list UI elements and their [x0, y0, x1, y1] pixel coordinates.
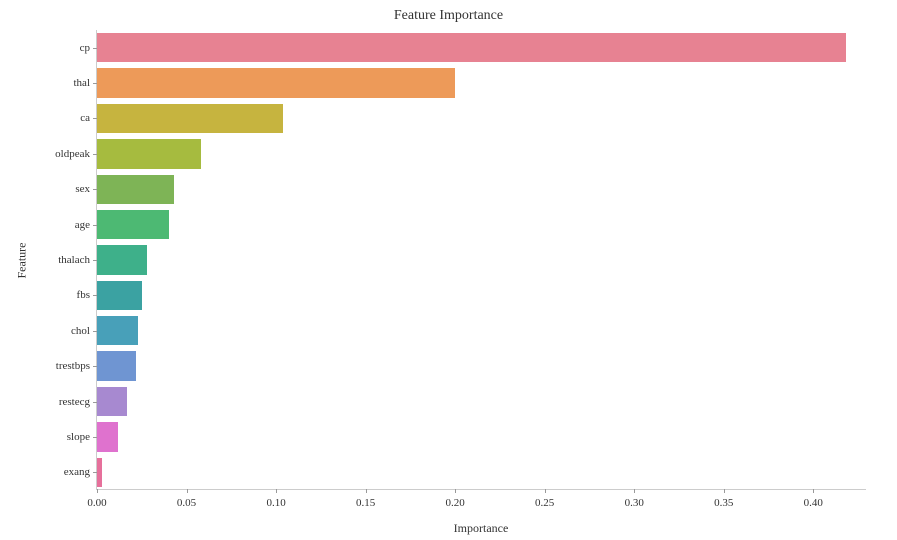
bar-slope: [97, 422, 118, 451]
bar-row: [97, 419, 866, 454]
bar-sex: [97, 175, 174, 204]
y-tick-mark: [93, 189, 97, 190]
x-tick-label: 0.15: [356, 497, 375, 509]
y-tick-label: thalach: [58, 254, 90, 266]
bar-row: [97, 207, 866, 242]
chart-title: Feature Importance: [0, 8, 897, 24]
x-tick-label: 0.30: [625, 497, 644, 509]
y-tick-labels: cp thal ca oldpeak sex age thalach fbs chol trest…: [30, 30, 96, 490]
bar-age: [97, 210, 169, 239]
y-tick-mark: [93, 154, 97, 155]
y-tick-mark: [93, 48, 97, 49]
y-tick-mark: [93, 118, 97, 119]
y-tick-mark: [93, 402, 97, 403]
y-tick-mark: [93, 295, 97, 296]
bar-row: [97, 30, 866, 65]
feature-importance-chart: Feature Importance Feature cp thal ca oldpe…: [0, 0, 897, 540]
y-tick-mark: [93, 331, 97, 332]
bar-row: [97, 136, 866, 171]
y-axis-label: Feature: [15, 242, 30, 278]
bar-row: [97, 172, 866, 207]
y-tick-label: restecg: [59, 396, 90, 408]
x-tick-label: 0.00: [87, 497, 106, 509]
bar-ca: [97, 104, 283, 133]
bar-row: [97, 348, 866, 383]
bar-row: [97, 278, 866, 313]
x-tick-mark: [276, 489, 277, 493]
y-tick-label: oldpeak: [55, 148, 90, 160]
y-tick-label: thal: [74, 77, 91, 89]
y-tick-mark: [93, 83, 97, 84]
x-tick-mark: [813, 489, 814, 493]
y-tick-mark: [93, 472, 97, 473]
bar-row: [97, 384, 866, 419]
bar-thal: [97, 68, 455, 97]
x-tick-mark: [187, 489, 188, 493]
y-tick-label: slope: [67, 431, 90, 443]
y-tick-label: trestbps: [56, 360, 90, 372]
bar-trestbps: [97, 351, 136, 380]
bar-row: [97, 101, 866, 136]
y-tick-label: fbs: [77, 289, 90, 301]
bar-row: [97, 455, 866, 490]
bar-row: [97, 65, 866, 100]
y-tick-label: cp: [80, 42, 90, 54]
x-tick-mark: [366, 489, 367, 493]
x-tick-mark: [97, 489, 98, 493]
x-tick-mark: [545, 489, 546, 493]
y-tick-label: exang: [64, 466, 90, 478]
y-tick-mark: [93, 260, 97, 261]
bar-fbs: [97, 281, 142, 310]
bar-restecg: [97, 387, 127, 416]
y-tick-mark: [93, 366, 97, 367]
bar-row: [97, 313, 866, 348]
x-tick-label: 0.20: [446, 497, 465, 509]
x-tick-label: 0.05: [177, 497, 196, 509]
bar-exang: [97, 458, 102, 487]
y-tick-mark: [93, 225, 97, 226]
y-tick-label: age: [75, 219, 90, 231]
x-tick-label: 0.25: [535, 497, 554, 509]
y-tick-mark: [93, 437, 97, 438]
bar-oldpeak: [97, 139, 201, 168]
x-tick-label: 0.35: [714, 497, 733, 509]
bar-thalach: [97, 245, 147, 274]
x-tick-label: 0.10: [266, 497, 285, 509]
bar-row: [97, 242, 866, 277]
x-axis-label: Importance: [96, 521, 866, 536]
y-tick-label: chol: [71, 325, 90, 337]
x-tick-mark: [724, 489, 725, 493]
bar-chol: [97, 316, 138, 345]
y-tick-label: sex: [75, 183, 90, 195]
x-tick-mark: [455, 489, 456, 493]
x-tick-mark: [634, 489, 635, 493]
bar-cp: [97, 33, 846, 62]
y-tick-label: ca: [80, 112, 90, 124]
x-tick-label: 0.40: [804, 497, 823, 509]
plot-area: 0.000.050.100.150.200.250.300.350.40: [96, 30, 866, 490]
y-axis-label-container: Feature: [14, 30, 30, 490]
